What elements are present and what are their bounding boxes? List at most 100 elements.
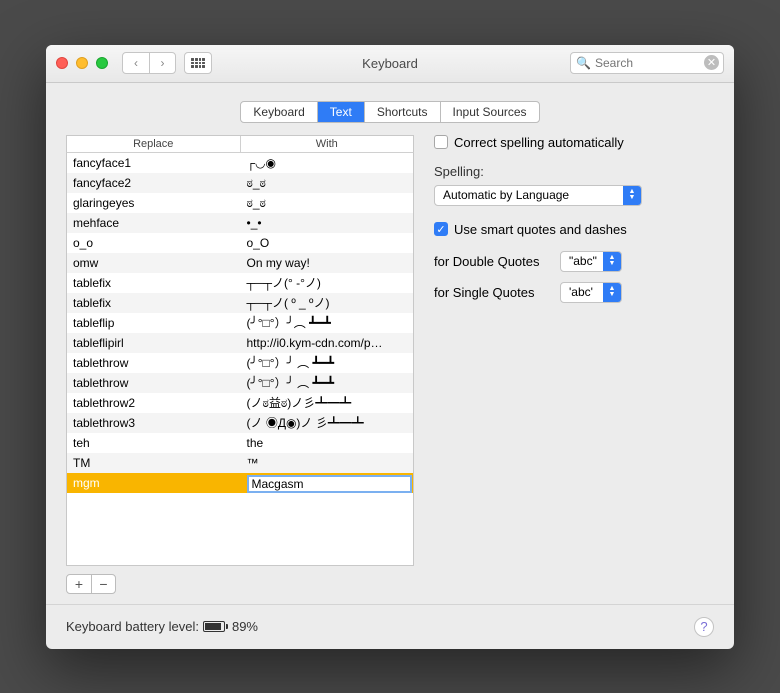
table-row[interactable]: tablethrow2(ノಠ益ಠ)ノ彡┻━┻: [67, 393, 413, 413]
table-row[interactable]: fancyface1┌◡◉: [67, 153, 413, 173]
cell-replace: omw: [67, 253, 240, 273]
traffic-lights: [56, 57, 108, 69]
chevron-updown-icon: ▲▼: [603, 283, 621, 302]
table-row[interactable]: tehthe: [67, 433, 413, 453]
cell-replace: tablethrow3: [67, 413, 240, 433]
help-button[interactable]: ?: [694, 617, 714, 637]
cell-with: ಠ_ಠ: [240, 173, 414, 193]
table-row[interactable]: tablethrow3(ノ ◉Д◉)ノ 彡┻━┻: [67, 413, 413, 433]
cell-replace: tablefix: [67, 273, 240, 293]
search-input[interactable]: [570, 52, 724, 74]
table-row[interactable]: tablethrow(╯°□°）╯ ︵ ┻━┻: [67, 353, 413, 373]
table-row[interactable]: TM™: [67, 453, 413, 473]
single-quotes-row: for Single Quotes 'abc' ▲▼: [434, 282, 714, 303]
spelling-label: Spelling:: [434, 164, 714, 179]
table-header: Replace With: [66, 135, 414, 153]
titlebar: ‹ › Keyboard 🔍 ✕: [46, 45, 734, 83]
correct-spelling-label: Correct spelling automatically: [454, 135, 624, 150]
single-quotes-value: 'abc': [569, 285, 593, 299]
cell-replace: teh: [67, 433, 240, 453]
cell-with-editing: [245, 473, 414, 493]
double-quotes-value: "abc": [569, 254, 597, 268]
chevron-updown-icon: ▲▼: [623, 186, 641, 205]
table-row[interactable]: tablethrow(╯°□°）╯ ︵ ┻━┻: [67, 373, 413, 393]
cell-with: (╯°□°）╯ ︵ ┻━┻: [240, 353, 414, 373]
correct-spelling-row: Correct spelling automatically: [434, 135, 714, 150]
table-row[interactable]: tablefix┬─┬ノ( º _ ºノ): [67, 293, 413, 313]
minimize-icon[interactable]: [76, 57, 88, 69]
replacements-table-wrap: Replace With fancyface1┌◡◉fancyface2ಠ_ಠg…: [66, 135, 414, 594]
search-icon: 🔍: [576, 56, 591, 70]
with-input[interactable]: [247, 475, 413, 493]
add-button[interactable]: +: [67, 575, 91, 593]
table-row-editing[interactable]: mgm: [67, 473, 413, 493]
show-all-button[interactable]: [184, 52, 212, 74]
clear-search-icon[interactable]: ✕: [704, 55, 719, 70]
table-row[interactable]: tablefix┬─┬ノ(° -°ノ): [67, 273, 413, 293]
preferences-window: ‹ › Keyboard 🔍 ✕ Keyboard Text Shortcuts…: [46, 45, 734, 649]
close-icon[interactable]: [56, 57, 68, 69]
double-quotes-select[interactable]: "abc" ▲▼: [560, 251, 622, 272]
cell-replace: tablethrow: [67, 353, 240, 373]
cell-with: (ノಠ益ಠ)ノ彡┻━┻: [240, 393, 414, 413]
cell-with: ┌◡◉: [240, 153, 414, 173]
smart-quotes-checkbox[interactable]: ✓: [434, 222, 448, 236]
double-quotes-row: for Double Quotes "abc" ▲▼: [434, 251, 714, 272]
table-row[interactable]: tableflip(╯°□°）╯︵ ┻━┻: [67, 313, 413, 333]
cell-with: http://i0.kym-cdn.com/p…: [240, 333, 414, 353]
cell-replace: tableflip: [67, 313, 240, 333]
table-row[interactable]: tableflipirlhttp://i0.kym-cdn.com/p…: [67, 333, 413, 353]
search-field-wrap: 🔍 ✕: [570, 52, 724, 74]
battery-icon: [203, 621, 228, 632]
cell-replace: tablefix: [67, 293, 240, 313]
tab-keyboard[interactable]: Keyboard: [241, 102, 316, 122]
cell-with: ┬─┬ノ( º _ ºノ): [240, 293, 414, 313]
cell-replace: TM: [67, 453, 240, 473]
cell-replace: tableflipirl: [67, 333, 240, 353]
correct-spelling-checkbox[interactable]: [434, 135, 448, 149]
cell-replace: fancyface2: [67, 173, 240, 193]
forward-button[interactable]: ›: [149, 53, 175, 73]
cell-replace: tablethrow2: [67, 393, 240, 413]
content-area: Replace With fancyface1┌◡◉fancyface2ಠ_ಠg…: [46, 135, 734, 604]
single-quotes-select[interactable]: 'abc' ▲▼: [560, 282, 622, 303]
tab-input-sources[interactable]: Input Sources: [440, 102, 539, 122]
cell-with: ™: [240, 453, 414, 473]
cell-with: ಠ_ಠ: [240, 193, 414, 213]
battery-label: Keyboard battery level:: [66, 619, 199, 634]
cell-replace: mehface: [67, 213, 240, 233]
single-quotes-label: for Single Quotes: [434, 285, 552, 300]
cell-with: the: [240, 433, 414, 453]
cell-with: (╯°□°）╯ ︵ ┻━┻: [240, 373, 414, 393]
double-quotes-label: for Double Quotes: [434, 254, 552, 269]
back-button[interactable]: ‹: [123, 53, 149, 73]
cell-with: o_O: [240, 233, 414, 253]
add-remove-buttons: + −: [66, 574, 116, 594]
col-replace[interactable]: Replace: [67, 136, 240, 152]
cell-with: •_•: [240, 213, 414, 233]
table-row[interactable]: mehface•_•: [67, 213, 413, 233]
remove-button[interactable]: −: [91, 575, 115, 593]
grid-icon: [191, 58, 205, 68]
cell-replace: tablethrow: [67, 373, 240, 393]
cell-replace: glaringeyes: [67, 193, 240, 213]
cell-with: (ノ ◉Д◉)ノ 彡┻━┻: [240, 413, 414, 433]
table-row[interactable]: glaringeyesಠ_ಠ: [67, 193, 413, 213]
cell-with: (╯°□°）╯︵ ┻━┻: [240, 313, 414, 333]
table-row[interactable]: omwOn my way!: [67, 253, 413, 273]
table-body[interactable]: fancyface1┌◡◉fancyface2ಠ_ಠglaringeyesಠ_ಠ…: [66, 153, 414, 566]
table-footer: + −: [66, 574, 414, 594]
zoom-icon[interactable]: [96, 57, 108, 69]
spelling-select[interactable]: Automatic by Language ▲▼: [434, 185, 642, 206]
cell-with: ┬─┬ノ(° -°ノ): [240, 273, 414, 293]
tab-text[interactable]: Text: [317, 102, 364, 122]
window-title: Keyboard: [362, 56, 418, 71]
battery-percent: 89%: [232, 619, 258, 634]
nav-buttons: ‹ ›: [122, 52, 176, 74]
table-row[interactable]: fancyface2ಠ_ಠ: [67, 173, 413, 193]
cell-replace: o_o: [67, 233, 240, 253]
col-with[interactable]: With: [240, 136, 414, 152]
tab-shortcuts[interactable]: Shortcuts: [364, 102, 440, 122]
cell-with: On my way!: [240, 253, 414, 273]
table-row[interactable]: o_oo_O: [67, 233, 413, 253]
